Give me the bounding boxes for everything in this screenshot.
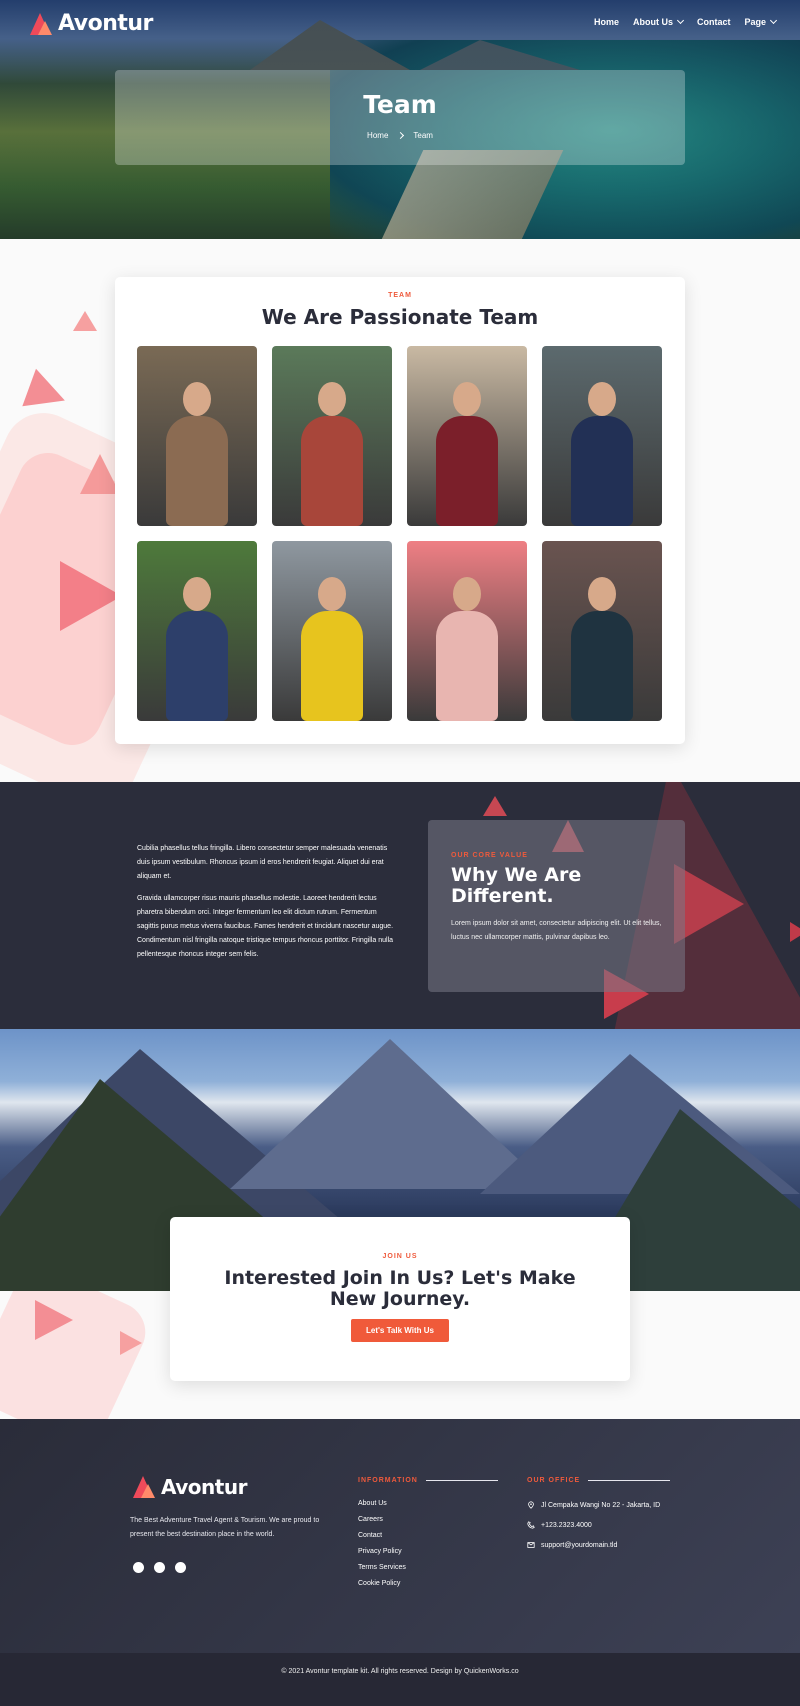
footer-logo[interactable]: Avontur bbox=[133, 1475, 247, 1499]
team-member-photo[interactable] bbox=[542, 346, 662, 526]
footer-description: The Best Adventure Travel Agent & Touris… bbox=[130, 1517, 320, 1538]
value-paragraph-1: Cubilia phasellus tellus fringilla. Libe… bbox=[137, 845, 388, 880]
value-description: Lorem ipsum dolor sit amet, consectetur … bbox=[451, 920, 662, 941]
value-title: Why We Are Different. bbox=[451, 864, 582, 907]
nav-contact[interactable]: Contact bbox=[697, 17, 731, 27]
lets-talk-button[interactable]: Let's Talk With Us bbox=[351, 1319, 449, 1342]
youtube-icon[interactable] bbox=[175, 1562, 186, 1573]
decor-triangle bbox=[22, 368, 72, 420]
value-paragraph-2: Gravida ullamcorper risus mauris phasell… bbox=[137, 895, 394, 958]
core-value-section: Cubilia phasellus tellus fringilla. Libe… bbox=[0, 782, 800, 1029]
office-email: support@yourdomain.tld bbox=[527, 1541, 660, 1549]
nav-page[interactable]: Page bbox=[744, 16, 778, 27]
team-card: TEAM We Are Passionate Team bbox=[115, 277, 685, 744]
office-address: Jl Cempaka Wangi No 22 - Jakarta, ID bbox=[527, 1501, 660, 1509]
team-member-photo[interactable] bbox=[407, 346, 527, 526]
main-nav: Home About Us Contact Page bbox=[594, 16, 778, 27]
chevron-right-icon bbox=[397, 131, 405, 140]
information-links: About Us Careers Contact Privacy Policy Term… bbox=[358, 1499, 406, 1588]
social-links bbox=[133, 1562, 186, 1573]
logo-text: Avontur bbox=[58, 11, 153, 36]
team-member-photo[interactable] bbox=[272, 541, 392, 721]
value-eyebrow: OUR CORE VALUE bbox=[451, 852, 528, 859]
office-heading: OUR OFFICE bbox=[527, 1477, 671, 1484]
twitter-icon[interactable] bbox=[154, 1562, 165, 1573]
footer-link[interactable]: Careers bbox=[358, 1515, 406, 1524]
location-pin-icon bbox=[528, 1501, 534, 1509]
logo-mark-icon bbox=[133, 1476, 159, 1498]
team-section: TEAM We Are Passionate Team bbox=[0, 239, 800, 782]
breadcrumb-current: Team bbox=[413, 131, 433, 140]
chevron-down-icon bbox=[676, 16, 685, 25]
chevron-down-icon bbox=[769, 16, 778, 25]
breadcrumb: Home Team bbox=[115, 131, 685, 140]
copyright-bar: © 2021 Avontur template kit. All rights … bbox=[0, 1653, 800, 1706]
team-member-photo[interactable] bbox=[272, 346, 392, 526]
decor-triangle bbox=[120, 1331, 142, 1355]
mail-icon bbox=[527, 1542, 535, 1548]
footer-link[interactable]: Privacy Policy bbox=[358, 1547, 406, 1556]
footer-link[interactable]: Contact bbox=[358, 1531, 406, 1540]
nav-home[interactable]: Home bbox=[594, 17, 619, 27]
phone-icon bbox=[527, 1521, 535, 1529]
footer-link[interactable]: Cookie Policy bbox=[358, 1579, 406, 1588]
facebook-icon[interactable] bbox=[133, 1562, 144, 1573]
information-heading: INFORMATION bbox=[358, 1477, 498, 1484]
decor-triangle bbox=[35, 1300, 73, 1340]
hero-banner: Avontur Home About Us Contact Page Team … bbox=[0, 0, 800, 239]
team-member-photo[interactable] bbox=[137, 541, 257, 721]
team-grid bbox=[137, 346, 662, 721]
footer-link[interactable]: Terms Services bbox=[358, 1563, 406, 1572]
logo-mark-icon bbox=[30, 12, 56, 35]
hero-title-box: Team Home Team bbox=[115, 70, 685, 165]
breadcrumb-home[interactable]: Home bbox=[367, 131, 388, 140]
join-eyebrow: JOIN US bbox=[382, 1253, 418, 1260]
join-card: JOIN US Interested Join In Us? Let's Mak… bbox=[170, 1217, 630, 1381]
office-info: Jl Cempaka Wangi No 22 - Jakarta, ID +12… bbox=[527, 1501, 660, 1549]
nav-about[interactable]: About Us bbox=[633, 16, 685, 27]
footer-link[interactable]: About Us bbox=[358, 1499, 406, 1508]
decor-triangle bbox=[80, 454, 120, 494]
team-member-photo[interactable] bbox=[137, 346, 257, 526]
decor-triangle bbox=[483, 796, 507, 816]
decor-triangle bbox=[60, 561, 122, 631]
site-logo[interactable]: Avontur bbox=[30, 11, 153, 36]
decor-triangle bbox=[790, 922, 800, 942]
decor-triangle bbox=[73, 311, 97, 331]
join-title: Interested Join In Us? Let's Make New Jo… bbox=[224, 1267, 576, 1310]
value-card: OUR CORE VALUE Why We Are Different. Lor… bbox=[428, 820, 685, 992]
page-title: Team bbox=[363, 90, 437, 119]
office-phone: +123.2323.4000 bbox=[527, 1521, 660, 1529]
footer: Avontur The Best Adventure Travel Agent … bbox=[0, 1419, 800, 1653]
value-body-text: Cubilia phasellus tellus fringilla. Libe… bbox=[137, 842, 399, 962]
team-title: We Are Passionate Team bbox=[261, 305, 539, 329]
decor-blob bbox=[0, 1291, 156, 1419]
team-eyebrow: TEAM bbox=[388, 292, 412, 299]
team-member-photo[interactable] bbox=[407, 541, 527, 721]
footer-logo-text: Avontur bbox=[161, 1475, 247, 1499]
team-member-photo[interactable] bbox=[542, 541, 662, 721]
